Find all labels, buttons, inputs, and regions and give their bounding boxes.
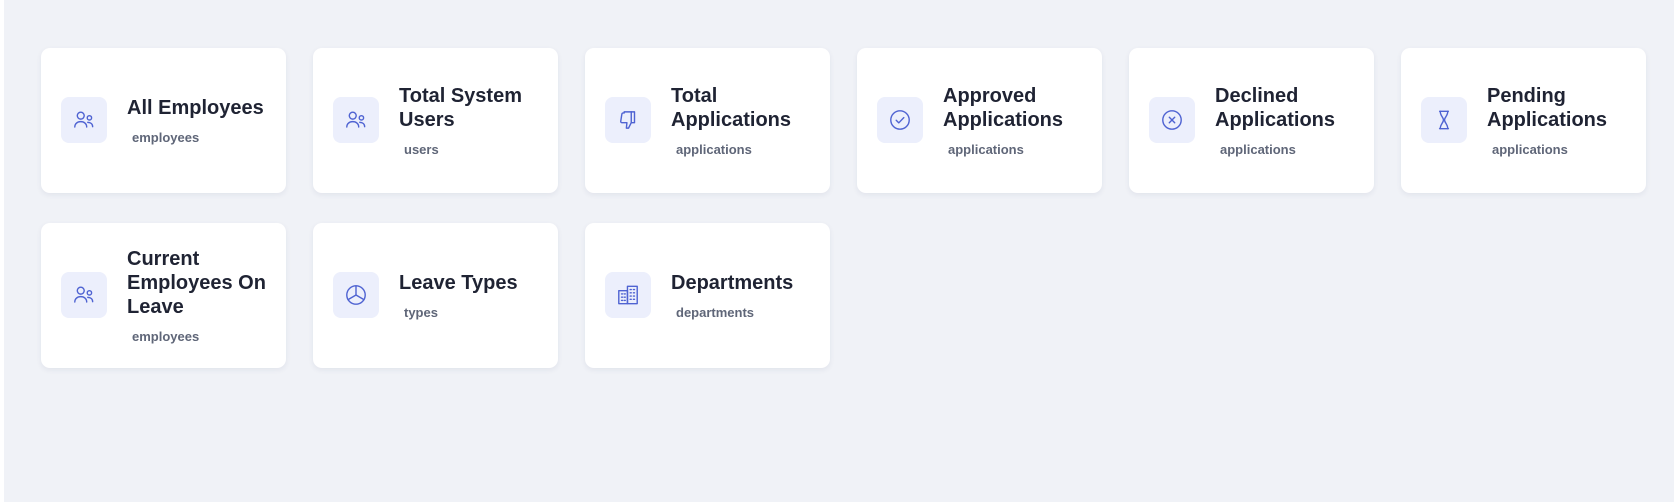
card-text: Approved Applications applications xyxy=(943,48,1093,193)
card-text: Pending Applications applications xyxy=(1487,48,1637,193)
card-all-employees[interactable]: All Employees employees xyxy=(41,48,286,193)
buildings-icon xyxy=(605,272,651,318)
card-unit: employees xyxy=(132,328,200,344)
dislike-thumb-icon xyxy=(605,97,651,143)
users-icon xyxy=(333,97,379,143)
card-text: All Employees employees xyxy=(127,48,277,193)
users-icon xyxy=(61,272,107,318)
card-title: All Employees xyxy=(127,96,264,119)
users-icon xyxy=(61,97,107,143)
card-unit: applications xyxy=(948,141,1024,157)
card-unit: types xyxy=(404,304,438,320)
card-unit: applications xyxy=(1220,141,1296,157)
card-title: Departments xyxy=(671,271,794,294)
card-unit: applications xyxy=(676,141,752,157)
check-circle-icon xyxy=(877,97,923,143)
card-unit: users xyxy=(404,141,439,157)
card-title: Approved Applications xyxy=(943,84,1064,131)
card-text: Current Employees On Leave employees xyxy=(127,223,277,368)
card-total-applications[interactable]: Total Applications applications xyxy=(585,48,830,193)
card-declined-applications[interactable]: Declined Applications applications xyxy=(1129,48,1374,193)
card-leave-types[interactable]: Leave Types types xyxy=(313,223,558,368)
card-unit: applications xyxy=(1492,141,1568,157)
card-approved-applications[interactable]: Approved Applications applications xyxy=(857,48,1102,193)
card-title: Total System Users xyxy=(399,84,522,131)
card-text: Total System Users users xyxy=(399,48,549,193)
card-text: Departments departments xyxy=(671,223,821,368)
x-circle-icon xyxy=(1149,97,1195,143)
card-title: Declined Applications xyxy=(1215,84,1336,131)
card-pending-applications[interactable]: Pending Applications applications xyxy=(1401,48,1646,193)
card-text: Declined Applications applications xyxy=(1215,48,1365,193)
card-departments[interactable]: Departments departments xyxy=(585,223,830,368)
card-unit: departments xyxy=(676,304,755,320)
card-title: Total Applications xyxy=(671,84,792,131)
card-total-system-users[interactable]: Total System Users users xyxy=(313,48,558,193)
dashboard-main: All Employees employees Total System Use… xyxy=(4,0,1674,502)
card-title: Leave Types xyxy=(399,271,518,294)
hourglass-icon xyxy=(1421,97,1467,143)
card-current-employees-on-leave[interactable]: Current Employees On Leave employees xyxy=(41,223,286,368)
card-title: Current Employees On Leave xyxy=(127,247,266,318)
card-text: Total Applications applications xyxy=(671,48,821,193)
pie-chart-icon xyxy=(333,272,379,318)
card-unit: employees xyxy=(132,129,200,145)
card-text: Leave Types types xyxy=(399,223,549,368)
card-title: Pending Applications xyxy=(1487,84,1608,131)
